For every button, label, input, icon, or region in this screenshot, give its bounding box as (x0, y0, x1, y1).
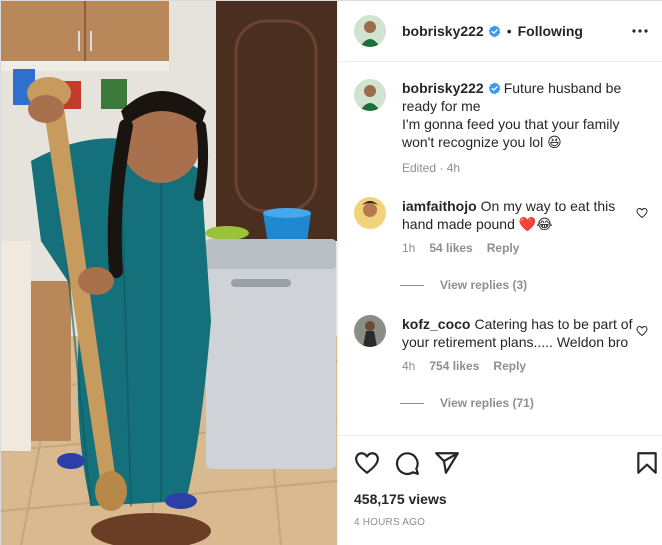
view-replies-label: View replies (71) (440, 396, 534, 410)
caption-avatar[interactable] (354, 79, 386, 111)
author-avatar[interactable] (354, 15, 386, 47)
comment-like-heart-icon[interactable] (636, 325, 648, 337)
comment-username[interactable]: iamfaithojo (402, 198, 477, 214)
caption-body: bobrisky222 Future husband be ready for … (402, 79, 642, 177)
comment-like-heart-icon[interactable] (636, 207, 648, 219)
comment-username[interactable]: kofz_coco (402, 316, 470, 332)
comment-body: iamfaithojo On my way to eat this hand ma… (402, 197, 642, 257)
post-timestamp[interactable]: 4 HOURS AGO (354, 517, 425, 528)
caption-meta: Edited · 4h (402, 159, 642, 177)
verified-badge-icon (488, 82, 500, 95)
kitchen-scene-image (1, 1, 337, 545)
verified-badge-icon (488, 24, 500, 37)
more-options-icon[interactable] (628, 19, 652, 43)
instagram-post-window: bobrisky222 • Following bobrisky222 Futu… (0, 0, 662, 545)
post-details-panel: bobrisky222 • Following bobrisky222 Futu… (337, 1, 662, 545)
post-video[interactable] (1, 1, 337, 545)
comment-likes[interactable]: 54 likes (429, 239, 472, 257)
header-separator: • (506, 23, 512, 39)
view-replies-button[interactable]: View replies (71) (400, 396, 534, 410)
comment-age: 4h (402, 359, 416, 373)
comment-icon[interactable] (394, 450, 420, 476)
comment-meta: 4h 754 likes Reply (402, 357, 642, 375)
share-icon[interactable] (434, 450, 460, 476)
comments-list[interactable]: bobrisky222 Future husband be ready for … (338, 63, 662, 435)
reply-button[interactable]: Reply (487, 239, 520, 257)
comment-age: 1h (402, 241, 416, 255)
view-replies-label: View replies (3) (440, 278, 528, 292)
comment-likes[interactable]: 754 likes (429, 357, 479, 375)
view-replies-divider (400, 284, 424, 286)
post-actions-bar: 458,175 views 4 HOURS AGO (338, 435, 662, 545)
view-replies-button[interactable]: View replies (3) (400, 278, 527, 292)
caption-text-line2: I'm gonna feed you that your family won'… (402, 116, 620, 150)
view-replies-divider (400, 402, 424, 404)
post-header: bobrisky222 • Following (338, 1, 662, 62)
caption-username[interactable]: bobrisky222 (402, 80, 484, 96)
view-count[interactable]: 458,175 views (354, 491, 447, 507)
comment-avatar[interactable] (354, 197, 386, 229)
comment-meta: 1h 54 likes Reply (402, 239, 642, 257)
following-button[interactable]: Following (518, 23, 583, 39)
bookmark-icon[interactable] (634, 450, 660, 476)
comment-body: kofz_coco Catering has to be part of your… (402, 315, 642, 375)
caption-timestamp: Edited · 4h (402, 161, 461, 175)
author-username[interactable]: bobrisky222 (402, 23, 484, 39)
heart-icon[interactable] (354, 450, 380, 476)
reply-button[interactable]: Reply (493, 357, 526, 375)
comment-avatar[interactable] (354, 315, 386, 347)
